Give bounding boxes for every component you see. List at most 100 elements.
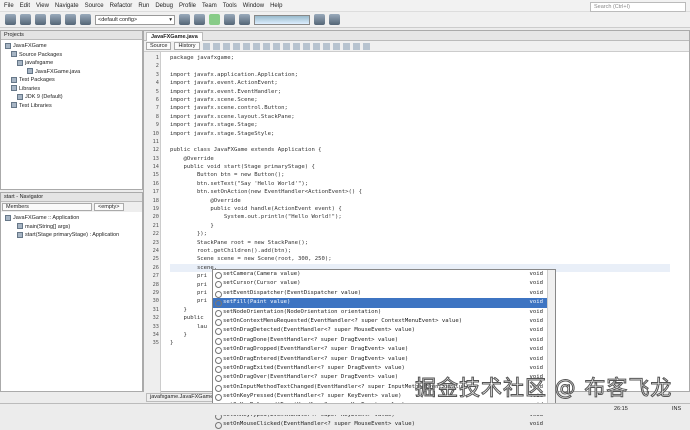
save-all-icon[interactable]: [50, 14, 61, 25]
tree-item[interactable]: JavaFXGame.java: [5, 68, 142, 77]
code-text: }: [170, 222, 214, 229]
menu-window[interactable]: Window: [243, 3, 264, 9]
code-text: import javafx.application.Application;: [170, 71, 298, 78]
toggle-bookmark-icon[interactable]: [302, 42, 310, 50]
history-tab[interactable]: History: [174, 42, 200, 50]
open-project-icon[interactable]: [35, 14, 46, 25]
tree-item[interactable]: JavaFXGame: [5, 42, 142, 51]
code-line: 21 }: [153, 222, 670, 230]
code-text: }: [170, 340, 174, 347]
menu-profile[interactable]: Profile: [179, 3, 196, 9]
code-line: 6 import javafx.scene.Scene;: [156, 96, 670, 104]
members-select[interactable]: Members: [2, 203, 92, 211]
pause-io-icon[interactable]: [329, 14, 340, 25]
code-line: 15 Button btn = new Button();: [153, 171, 670, 179]
tree-item[interactable]: Test Packages: [5, 76, 142, 85]
redo-icon[interactable]: [80, 14, 91, 25]
menu-help[interactable]: Help: [270, 3, 282, 9]
completion-return-type: void: [529, 289, 543, 296]
navigator-item[interactable]: main(String[] args): [5, 223, 142, 232]
completion-item[interactable]: setOnContextMenuRequested(EventHandler<?…: [213, 317, 555, 327]
gc-icon[interactable]: [314, 14, 325, 25]
empty-select[interactable]: <empty>: [94, 203, 124, 211]
find-next-icon[interactable]: [252, 42, 260, 50]
tree-item-label: Source Packages: [19, 51, 63, 58]
stop-macro-icon[interactable]: [342, 42, 350, 50]
new-project-icon[interactable]: [20, 14, 31, 25]
find-icon[interactable]: [232, 42, 240, 50]
completion-item[interactable]: setOnDragDropped(EventHandler<? super Dr…: [213, 345, 555, 355]
line-number: 10: [152, 130, 159, 137]
menu-view[interactable]: View: [36, 3, 49, 9]
completion-item[interactable]: setCursor(Cursor value) void: [213, 279, 555, 289]
tree-item[interactable]: Source Packages: [5, 51, 142, 60]
member-icon: [17, 223, 23, 230]
start-macro-icon[interactable]: [332, 42, 340, 50]
debug-icon[interactable]: [224, 14, 235, 25]
profile-icon[interactable]: [239, 14, 250, 25]
completion-return-type: void: [529, 327, 543, 334]
code-text: pri: [170, 289, 208, 296]
find-prev-icon[interactable]: [242, 42, 250, 50]
line-number: 1: [155, 55, 159, 61]
completion-item[interactable]: setOnDragDone(EventHandler<? super DragE…: [213, 336, 555, 346]
uncomment-icon[interactable]: [362, 42, 370, 50]
navigator-item[interactable]: start(Stage primaryStage) : Application: [5, 231, 142, 240]
new-file-icon[interactable]: [5, 14, 16, 25]
bottom-tab[interactable]: javafxgame.JavaFXGame: [146, 393, 218, 402]
completion-return-type: void: [529, 317, 543, 324]
back-icon[interactable]: [212, 42, 220, 50]
config-select[interactable]: <default config>: [95, 14, 175, 25]
completion-item[interactable]: setOnDragDetected(EventHandler<? super M…: [213, 326, 555, 336]
projects-panel: Projects JavaFXGame Source Packages javafx…: [0, 30, 143, 190]
menu-refactor[interactable]: Refactor: [110, 3, 133, 9]
navigator-item[interactable]: JavaFXGame :: Application: [5, 214, 142, 223]
shift-left-icon[interactable]: [312, 42, 320, 50]
code-line: 25 Scene scene = new Scene(root, 300, 25…: [153, 255, 670, 263]
menu-source[interactable]: Source: [85, 3, 104, 9]
tree-item[interactable]: JDK 9 (Default): [5, 93, 142, 102]
completion-item[interactable]: setOnMouseClicked(EventHandler<? super M…: [213, 420, 555, 430]
menu-team[interactable]: Team: [202, 3, 217, 9]
completion-return-type: void: [529, 280, 543, 287]
completion-item[interactable]: setFill(Paint value) void: [213, 298, 555, 308]
prev-bookmark-icon[interactable]: [282, 42, 290, 50]
menu-debug[interactable]: Debug: [155, 3, 173, 9]
code-text: System.out.println("Hello World!");: [170, 214, 342, 221]
line-number: 4: [155, 80, 159, 87]
menu-run[interactable]: Run: [138, 3, 149, 9]
line-number: 34: [152, 331, 159, 338]
shift-right-icon[interactable]: [322, 42, 330, 50]
tab-javafxgame-java[interactable]: JavaFXGame.java: [146, 32, 203, 41]
completion-item[interactable]: setNodeOrientation(NodeOrientation orien…: [213, 308, 555, 317]
line-number: 5: [155, 88, 159, 95]
menu-edit[interactable]: Edit: [20, 3, 30, 9]
tree-item[interactable]: Test Libraries: [5, 102, 142, 111]
toggle-rect-select-icon[interactable]: [272, 42, 280, 50]
completion-item[interactable]: setEventDispatcher(EventDispatcher value…: [213, 289, 555, 299]
line-number: 3: [155, 71, 159, 78]
toggle-highlight-icon[interactable]: [262, 42, 270, 50]
run-icon[interactable]: [209, 14, 220, 25]
tree-item[interactable]: Libraries: [5, 85, 142, 94]
comment-icon[interactable]: [352, 42, 360, 50]
memory-bar[interactable]: [254, 14, 310, 25]
next-bookmark-icon[interactable]: [292, 42, 300, 50]
menu-tools[interactable]: Tools: [223, 3, 237, 9]
search-input[interactable]: Search (Ctrl+I): [590, 2, 686, 12]
completion-signature: setOnKeyPressed(EventHandler<? super Key…: [223, 393, 402, 400]
folder-icon: [11, 51, 17, 58]
source-tab[interactable]: Source: [146, 42, 172, 50]
completion-item[interactable]: setCamera(Camera value) void: [213, 270, 555, 280]
build-icon[interactable]: [179, 14, 190, 25]
forward-icon[interactable]: [222, 42, 230, 50]
tree-item[interactable]: javafxgame: [5, 59, 142, 68]
undo-icon[interactable]: [65, 14, 76, 25]
menu-navigate[interactable]: Navigate: [55, 3, 79, 9]
menu-file[interactable]: File: [4, 3, 14, 9]
completion-item[interactable]: setOnDragEntered(EventHandler<? super Dr…: [213, 355, 555, 364]
clean-build-icon[interactable]: [194, 14, 205, 25]
code-line: 20 System.out.println("Hello World!");: [153, 213, 670, 221]
last-edit-icon[interactable]: [202, 42, 210, 50]
code-line: 24 root.getChildren().add(btn);: [153, 247, 670, 255]
